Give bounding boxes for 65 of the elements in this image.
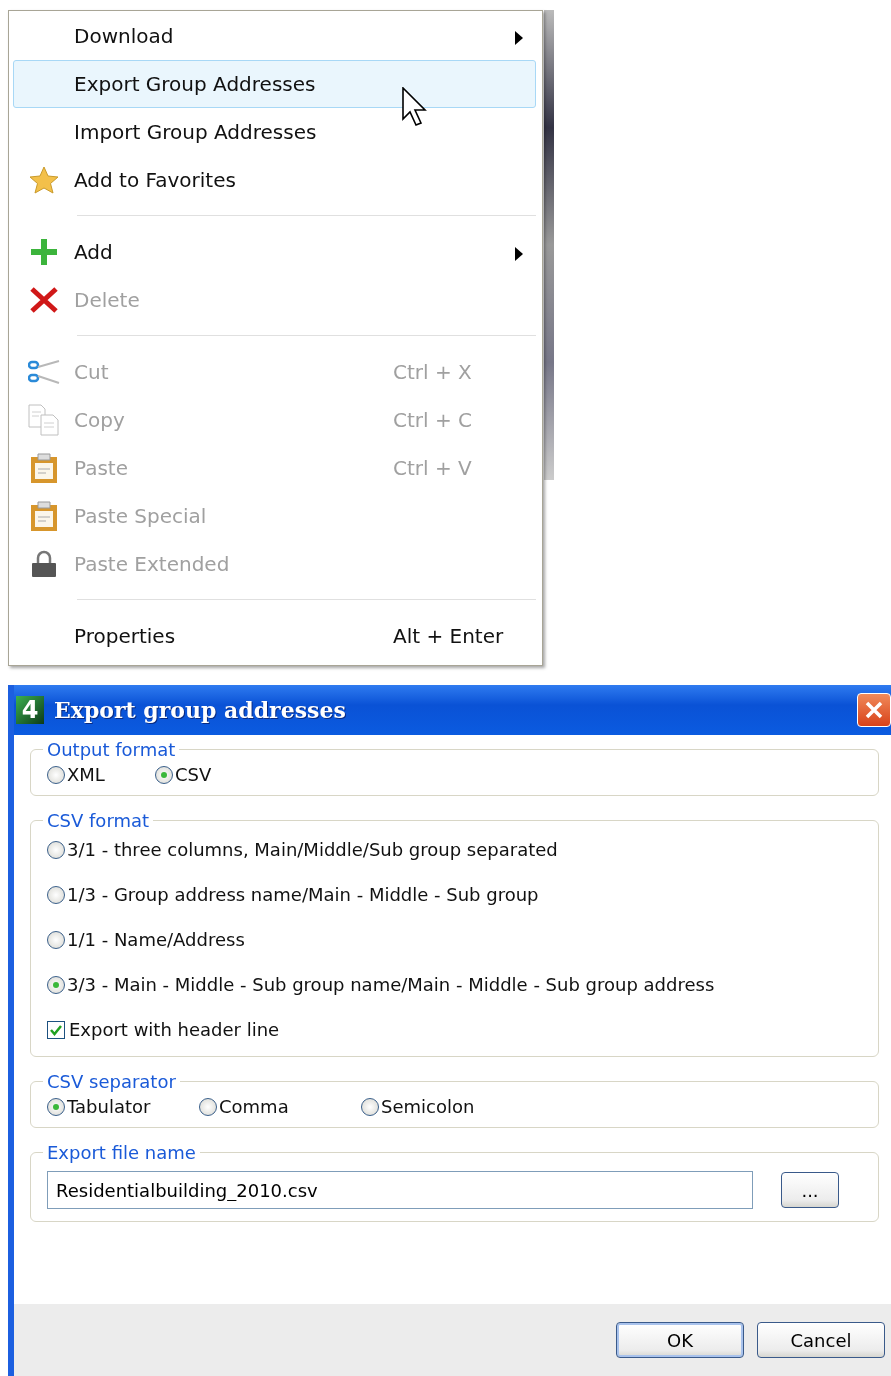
lock-icon	[31, 550, 57, 578]
option-label: 3/3 - Main - Middle - Sub group name/Main - Middle - Sub group address	[67, 974, 715, 995]
browse-button[interactable]: ...	[781, 1172, 839, 1208]
menu-item-label: Properties	[74, 624, 176, 648]
menu-item-label: Add	[74, 240, 113, 264]
radio-button[interactable]	[47, 840, 65, 859]
shortcut-label: Ctrl + V	[393, 456, 472, 480]
shortcut-label: Ctrl + C	[393, 408, 473, 432]
menu-item[interactable]: Import Group Addresses	[13, 108, 536, 156]
submenu-arrow-icon	[515, 31, 523, 45]
radio-button[interactable]	[47, 885, 65, 904]
scissors-icon	[28, 360, 60, 384]
radio-button[interactable]	[47, 765, 65, 784]
menu-item-label: Paste Special	[74, 504, 207, 528]
menu-item-label: Add to Favorites	[74, 168, 236, 192]
dialog-button[interactable]: OK	[616, 1322, 744, 1358]
menu-item-label: Copy	[74, 408, 125, 432]
window-title: Export group addresses	[54, 697, 346, 723]
file-name-field[interactable]: Residentialbuilding_2010.csv	[47, 1171, 753, 1209]
option-label: XML	[67, 764, 105, 785]
group-title: Output format	[46, 739, 177, 760]
plus-icon	[30, 238, 58, 266]
clipboard-icon	[29, 500, 59, 532]
shortcut-label: Ctrl + X	[393, 360, 472, 384]
menu-item-label: Export Group Addresses	[74, 72, 316, 96]
menu-item-label: Paste	[74, 456, 128, 480]
menu-item[interactable]: Properties Alt + Enter	[13, 612, 536, 660]
radio-button[interactable]	[155, 765, 173, 784]
submenu-arrow-icon	[515, 247, 523, 261]
app-logo: 4	[16, 696, 44, 724]
menu-item[interactable]: Download	[13, 12, 536, 60]
option-label: Comma	[219, 1096, 289, 1117]
menu-item[interactable]: Export Group Addresses	[13, 60, 536, 108]
option-label: Semicolon	[381, 1096, 475, 1117]
shortcut-label: Alt + Enter	[393, 624, 504, 648]
checkbox[interactable]	[47, 1020, 65, 1039]
option-label: 1/1 - Name/Address	[67, 929, 245, 950]
delete-icon	[30, 287, 58, 313]
checkbox-label: Export with header line	[69, 1019, 280, 1040]
mouse-pointer-icon	[402, 87, 428, 127]
close-button[interactable]	[857, 693, 891, 727]
option-label: Tabulator	[67, 1096, 151, 1117]
menu-item[interactable]: Add	[13, 228, 536, 276]
menu-item-label: Download	[74, 24, 174, 48]
group-title: Export file name	[46, 1142, 197, 1163]
option-label: CSV	[175, 764, 212, 785]
copy-icon	[28, 404, 60, 436]
group-title: CSV format	[46, 810, 151, 831]
menu-item-label: Cut	[74, 360, 109, 384]
radio-button[interactable]	[47, 975, 65, 994]
clipboard-icon	[29, 452, 59, 484]
radio-button[interactable]	[361, 1097, 379, 1116]
close-icon	[865, 701, 883, 719]
star-icon	[29, 165, 59, 195]
radio-button[interactable]	[47, 1097, 65, 1116]
option-label: 1/3 - Group address name/Main - Middle - Sub group	[67, 884, 539, 905]
menu-item-label: Delete	[74, 288, 140, 312]
dialog-button[interactable]: Cancel	[757, 1322, 885, 1358]
menu-item[interactable]: Add to Favorites	[13, 156, 536, 204]
menu-item-label: Import Group Addresses	[74, 120, 317, 144]
group-title: CSV separator	[46, 1071, 177, 1092]
option-label: 3/1 - three columns, Main/Middle/Sub group separated	[67, 839, 558, 860]
radio-button[interactable]	[199, 1097, 217, 1116]
radio-button[interactable]	[47, 930, 65, 949]
menu-item-label: Paste Extended	[74, 552, 230, 576]
